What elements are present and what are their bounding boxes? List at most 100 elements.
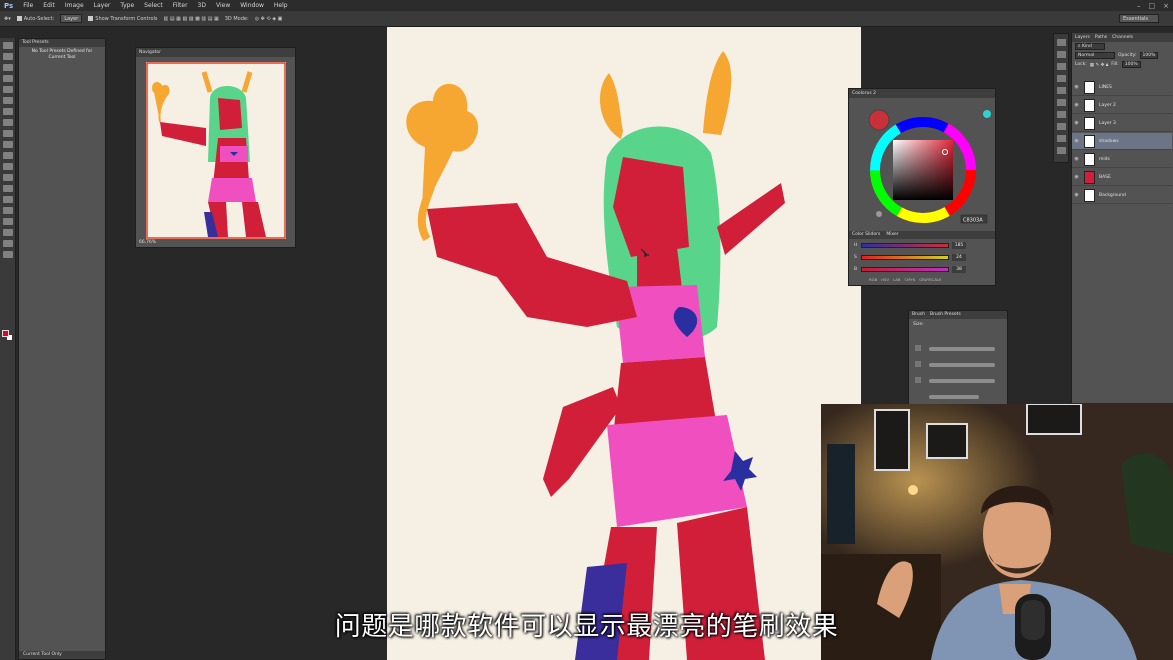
layer-row[interactable]: ◉ Layer 3 (1072, 115, 1172, 132)
visibility-eye-icon[interactable]: ◉ (1072, 84, 1081, 90)
dodge-tool-icon[interactable] (2, 185, 13, 192)
opacity-field[interactable]: 100% (1139, 52, 1159, 59)
move-tool-icon[interactable]: ✥▾ (4, 16, 11, 22)
layer-row[interactable]: ◉ BASE (1072, 169, 1172, 186)
brush-stroke-preview[interactable] (929, 395, 979, 399)
move-tool-icon[interactable] (2, 42, 13, 49)
path-select-icon[interactable] (2, 218, 13, 225)
properties-icon[interactable] (1056, 87, 1066, 94)
saturation-slider-row[interactable]: S 24 (854, 253, 990, 261)
hue-slider-row[interactable]: H 185 (854, 241, 990, 249)
blur-tool-icon[interactable] (2, 174, 13, 181)
tool-presets-tab[interactable]: Tool Presets (19, 39, 105, 47)
hue-slider[interactable] (861, 242, 949, 248)
brush-icon[interactable] (1056, 135, 1066, 142)
navigator-zoom-value[interactable]: 66.76% (136, 238, 295, 247)
menu-window[interactable]: Window (235, 2, 269, 9)
menu-layer[interactable]: Layer (89, 2, 116, 9)
blend-mode-dropdown[interactable]: Normal (1075, 52, 1115, 59)
hand-tool-icon[interactable] (2, 240, 13, 247)
visibility-eye-icon[interactable]: ◉ (1072, 138, 1081, 144)
tab-layers[interactable]: Layers (1075, 33, 1090, 42)
menu-help[interactable]: Help (269, 2, 293, 9)
saturation-slider[interactable] (861, 254, 949, 260)
brightness-value[interactable]: 38 (952, 265, 966, 273)
visibility-eye-icon[interactable]: ◉ (1072, 174, 1081, 180)
menu-file[interactable]: File (18, 2, 38, 9)
current-tool-only-checkbox[interactable]: Current Tool Only (19, 651, 105, 659)
auto-select-checkbox[interactable]: Auto-Select: (16, 15, 54, 22)
menu-3d[interactable]: 3D (193, 2, 211, 9)
crop-tool-icon[interactable] (2, 86, 13, 93)
type-tool-icon[interactable] (2, 207, 13, 214)
brush-tool-icon[interactable] (2, 119, 13, 126)
brush-stroke-preview[interactable] (929, 363, 995, 367)
align-icons[interactable]: ▥ ▤ ▦ ▧ ▨ ▩ ▥ ▤ ▦ (164, 16, 219, 22)
3d-mode-icons[interactable]: ◎ ✥ ⟲ ◈ ▣ (255, 16, 283, 22)
hue-value[interactable]: 185 (952, 241, 966, 249)
eyedropper-tool-icon[interactable] (2, 97, 13, 104)
auto-select-dropdown[interactable]: Layer (60, 14, 83, 23)
brightness-slider-row[interactable]: B 38 (854, 265, 990, 273)
brush-stroke-preview[interactable] (929, 379, 995, 383)
tab-paths[interactable]: Paths (1095, 33, 1107, 42)
layer-row[interactable]: ◉ Background (1072, 187, 1172, 204)
show-transform-checkbox[interactable]: Show Transform Controls (88, 15, 158, 22)
tab-color-sliders[interactable]: Color Sliders (852, 231, 880, 239)
shape-tool-icon[interactable] (2, 229, 13, 236)
layer-filter-dropdown[interactable]: ⌕ Kind (1075, 43, 1105, 50)
color-wheel[interactable]: C8303A (849, 98, 995, 230)
layer-row[interactable]: ◉ mids (1072, 151, 1172, 168)
lasso-tool-icon[interactable] (2, 64, 13, 71)
mode-rgb[interactable]: RGB (869, 277, 877, 282)
color-hex-value[interactable]: C8303A (963, 218, 983, 224)
lock-icons[interactable]: ▦ ✎ ✥ 🔒︎ (1090, 62, 1108, 68)
mode-lab[interactable]: LAB (893, 277, 900, 282)
foreground-color-swatch[interactable] (2, 330, 9, 337)
brush-tip-icon[interactable] (915, 345, 921, 351)
mode-cmyk[interactable]: CMYK (904, 277, 915, 282)
canvas-artwork[interactable] (387, 27, 861, 660)
menu-select[interactable]: Select (139, 2, 168, 9)
brightness-slider[interactable] (861, 266, 949, 272)
minimize-icon[interactable]: – (1137, 2, 1141, 10)
zoom-tool-icon[interactable] (2, 251, 13, 258)
tab-brush[interactable]: Brush (912, 311, 925, 319)
styles-icon[interactable] (1056, 75, 1066, 82)
menu-view[interactable]: View (211, 2, 235, 9)
menu-filter[interactable]: Filter (168, 2, 193, 9)
maximize-icon[interactable]: □ (1149, 2, 1156, 10)
gradient-tool-icon[interactable] (2, 163, 13, 170)
marquee-tool-icon[interactable] (2, 53, 13, 60)
navigator-tab[interactable]: Navigator (136, 48, 295, 57)
brush-tip-icon[interactable] (915, 377, 921, 383)
stamp-tool-icon[interactable] (2, 130, 13, 137)
quick-select-tool-icon[interactable] (2, 75, 13, 82)
paragraph-icon[interactable] (1056, 111, 1066, 118)
character-icon[interactable] (1056, 99, 1066, 106)
timeline-icon[interactable] (1056, 123, 1066, 130)
menu-type[interactable]: Type (115, 2, 139, 9)
visibility-eye-icon[interactable]: ◉ (1072, 120, 1081, 126)
pen-tool-icon[interactable] (2, 196, 13, 203)
mode-hsv[interactable]: HSV (881, 277, 889, 282)
coolorus-tab[interactable]: Coolorus 2 (849, 89, 995, 98)
menu-edit[interactable]: Edit (38, 2, 60, 9)
visibility-eye-icon[interactable]: ◉ (1072, 156, 1081, 162)
layer-row[interactable]: ◉ LINES (1072, 79, 1172, 96)
layer-row[interactable]: ◉ Layer 2 (1072, 97, 1172, 114)
tab-channels[interactable]: Channels (1112, 33, 1133, 42)
fill-field[interactable]: 100% (1121, 61, 1141, 68)
brush-stroke-preview[interactable] (929, 347, 995, 351)
tab-brush-presets[interactable]: Brush Presets (930, 311, 961, 319)
visibility-eye-icon[interactable]: ◉ (1072, 192, 1081, 198)
layer-row[interactable]: ◉ shadows (1072, 133, 1172, 150)
tab-mixer[interactable]: Mixer (886, 231, 898, 239)
navigator-thumbnail[interactable] (146, 62, 286, 239)
history-brush-icon[interactable] (2, 141, 13, 148)
mode-grayscale[interactable]: GRAYSCALE (919, 277, 941, 282)
healing-tool-icon[interactable] (2, 108, 13, 115)
saturation-value[interactable]: 24 (952, 253, 966, 261)
actions-icon[interactable] (1056, 51, 1066, 58)
adjustments-icon[interactable] (1056, 63, 1066, 70)
